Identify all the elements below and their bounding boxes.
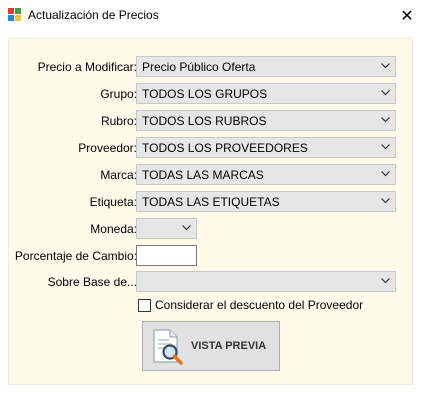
etiqueta-select[interactable]: TODAS LAS ETIQUETAS	[136, 191, 396, 212]
grupo-value: TODOS LOS GRUPOS	[142, 87, 268, 101]
etiqueta-row: Etiqueta: TODAS LAS ETIQUETAS	[9, 191, 412, 213]
porcentaje-input[interactable]	[136, 245, 197, 266]
chevron-down-icon	[381, 63, 390, 69]
chevron-down-icon	[381, 117, 390, 123]
vista-previa-label: VISTA PREVIA	[191, 340, 267, 352]
descuento-checkbox-label[interactable]: Considerar el descuento del Proveedor	[155, 298, 363, 312]
sobre-base-row: Sobre Base de...	[9, 271, 412, 293]
grupo-row: Grupo: TODOS LOS GRUPOS	[9, 83, 412, 105]
moneda-row: Moneda:	[9, 218, 412, 240]
marca-label: Marca:	[100, 168, 137, 182]
window-title: Actualización de Precios	[28, 8, 159, 22]
close-icon: ✕	[400, 5, 414, 25]
document-magnifier-icon	[153, 329, 183, 365]
marca-select[interactable]: TODAS LAS MARCAS	[136, 164, 396, 185]
marca-value: TODAS LAS MARCAS	[142, 168, 264, 182]
precio-row: Precio a Modificar: Precio Público Ofert…	[9, 56, 412, 78]
marca-row: Marca: TODAS LAS MARCAS	[9, 164, 412, 186]
porcentaje-row: Porcentaje de Cambio:	[9, 245, 412, 267]
vista-previa-button[interactable]: VISTA PREVIA	[142, 321, 280, 371]
grupo-label: Grupo:	[100, 87, 137, 101]
rubro-row: Rubro: TODOS LOS RUBROS	[9, 110, 412, 132]
title-bar: Actualización de Precios ✕	[0, 0, 422, 30]
form-panel: Precio a Modificar: Precio Público Ofert…	[8, 38, 413, 385]
precio-label: Precio a Modificar:	[37, 60, 137, 74]
rubro-value: TODOS LOS RUBROS	[142, 114, 267, 128]
precio-select[interactable]: Precio Público Oferta	[136, 56, 396, 77]
close-button[interactable]: ✕	[392, 0, 422, 30]
rubro-select[interactable]: TODOS LOS RUBROS	[136, 110, 396, 131]
etiqueta-label: Etiqueta:	[89, 195, 137, 209]
rubro-label: Rubro:	[100, 114, 137, 128]
chevron-down-icon	[381, 144, 390, 150]
porcentaje-label: Porcentaje de Cambio:	[14, 249, 137, 263]
chevron-down-icon	[381, 171, 390, 177]
moneda-select[interactable]	[136, 218, 197, 239]
proveedor-row: Proveedor: TODOS LOS PROVEEDORES	[9, 137, 412, 159]
chevron-down-icon	[182, 225, 191, 231]
proveedor-value: TODOS LOS PROVEEDORES	[142, 141, 308, 155]
chevron-down-icon	[381, 198, 390, 204]
sobre-base-select[interactable]	[136, 271, 396, 292]
chevron-down-icon	[381, 90, 390, 96]
grupo-select[interactable]: TODOS LOS GRUPOS	[136, 83, 396, 104]
app-logo-icon	[8, 8, 22, 22]
chevron-down-icon	[381, 278, 390, 284]
etiqueta-value: TODAS LAS ETIQUETAS	[142, 195, 280, 209]
descuento-checkbox[interactable]	[138, 299, 151, 312]
sobre-base-label: Sobre Base de...	[47, 275, 137, 289]
moneda-label: Moneda:	[90, 222, 137, 236]
proveedor-select[interactable]: TODOS LOS PROVEEDORES	[136, 137, 396, 158]
proveedor-label: Proveedor:	[78, 141, 137, 155]
precio-value: Precio Público Oferta	[142, 60, 256, 74]
